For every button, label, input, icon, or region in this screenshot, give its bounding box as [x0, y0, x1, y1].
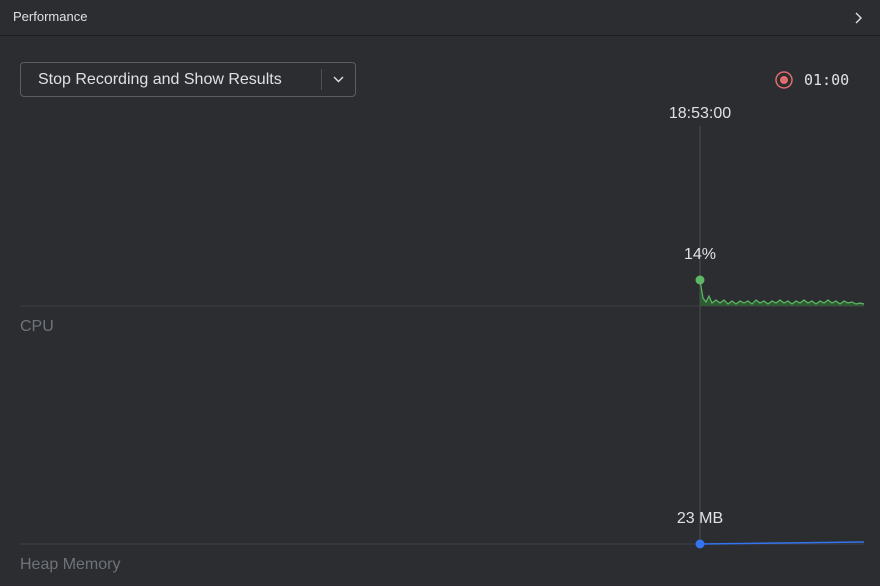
memory-marker: [695, 539, 705, 549]
memory-value-label: 23 MB: [676, 510, 724, 527]
cpu-marker: [695, 275, 705, 285]
cpu-track-label: CPU: [20, 318, 54, 335]
cpu-value-label: 14%: [683, 246, 717, 263]
memory-track-label: Heap Memory: [20, 556, 121, 573]
cursor-time-label: 18:53:00: [668, 105, 732, 122]
timeline-chart[interactable]: [0, 0, 880, 586]
cpu-line: [699, 279, 865, 305]
